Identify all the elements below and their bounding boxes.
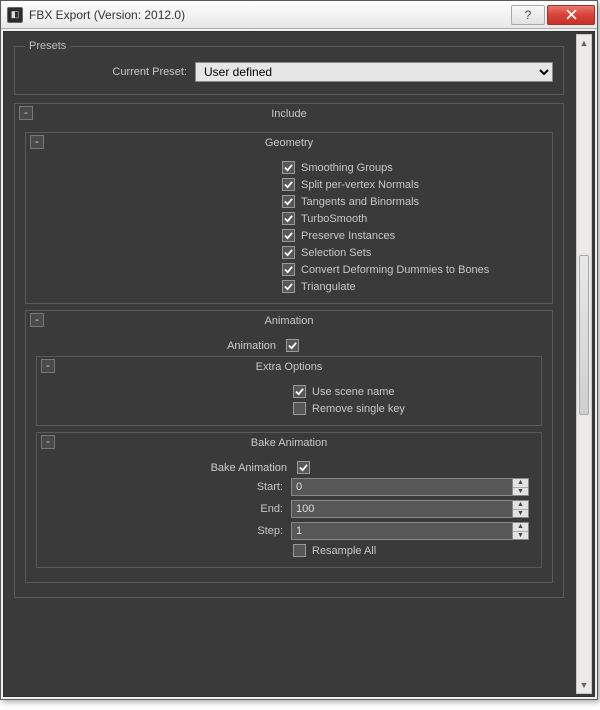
chevron-down-icon: ▼ (513, 488, 528, 496)
geometry-checkbox[interactable] (282, 280, 295, 293)
presets-legend: Presets (25, 40, 70, 52)
extra-option-checkbox[interactable] (293, 402, 306, 415)
geometry-option-label: Convert Deforming Dummies to Bones (301, 264, 489, 276)
geometry-checkbox[interactable] (282, 195, 295, 208)
close-button[interactable] (547, 5, 595, 25)
step-label: Step: (47, 525, 291, 537)
start-label: Start: (47, 481, 291, 493)
geometry-option-label: Tangents and Binormals (301, 196, 419, 208)
animation-toggle-label: Animation (36, 340, 280, 352)
animation-section: - Animation Animation - (25, 310, 553, 583)
geometry-option-row: Selection Sets (36, 244, 542, 261)
end-label: End: (47, 503, 291, 515)
scroll-area: Presets Current Preset: User defined - I… (3, 31, 595, 697)
app-icon: ◧ (7, 7, 23, 23)
titlebar[interactable]: ◧ FBX Export (Version: 2012.0) ? (1, 1, 597, 29)
scrollbar-thumb[interactable] (579, 255, 589, 415)
resample-all-label: Resample All (312, 545, 376, 557)
current-preset-label: Current Preset: (25, 66, 195, 78)
chevron-up-icon: ▲ (513, 501, 528, 510)
resample-all-checkbox[interactable] (293, 544, 306, 557)
geometry-option-label: Smoothing Groups (301, 162, 393, 174)
chevron-down-icon: ▼ (513, 532, 528, 540)
geometry-option-row: Triangulate (36, 278, 542, 295)
scroll-up-arrow[interactable]: ▲ (577, 35, 591, 51)
geometry-option-label: Preserve Instances (301, 230, 395, 242)
start-spinner[interactable]: ▲▼ (513, 478, 529, 496)
geometry-checkbox[interactable] (282, 229, 295, 242)
extra-title: Extra Options (37, 361, 541, 373)
presets-group: Presets Current Preset: User defined (14, 40, 564, 95)
current-preset-select[interactable]: User defined (195, 62, 553, 82)
geometry-checkbox[interactable] (282, 263, 295, 276)
close-icon (566, 9, 577, 20)
geometry-option-row: TurboSmooth (36, 210, 542, 227)
extra-collapse-toggle[interactable]: - (41, 359, 55, 373)
bake-collapse-toggle[interactable]: - (41, 435, 55, 449)
geometry-option-label: Split per-vertex Normals (301, 179, 419, 191)
extra-option-row: Remove single key (47, 400, 531, 417)
scroll-down-arrow[interactable]: ▼ (577, 677, 591, 693)
chevron-up-icon: ▲ (513, 479, 528, 488)
geometry-option-row: Split per-vertex Normals (36, 176, 542, 193)
step-spinner[interactable]: ▲▼ (513, 522, 529, 540)
geometry-option-row: Preserve Instances (36, 227, 542, 244)
extra-option-label: Use scene name (312, 386, 395, 398)
extra-option-label: Remove single key (312, 403, 405, 415)
bake-animation-checkbox[interactable] (297, 461, 310, 474)
extra-option-checkbox[interactable] (293, 385, 306, 398)
extra-option-row: Use scene name (47, 383, 531, 400)
geometry-title: Geometry (26, 137, 552, 149)
geometry-checkbox[interactable] (282, 246, 295, 259)
geometry-collapse-toggle[interactable]: - (30, 135, 44, 149)
include-title: Include (15, 108, 563, 120)
chevron-down-icon: ▼ (513, 510, 528, 518)
dialog-window: ◧ FBX Export (Version: 2012.0) ? Presets… (0, 0, 598, 700)
geometry-section: - Geometry Smoothing Groups Split per-ver… (25, 132, 553, 304)
help-button[interactable]: ? (511, 5, 545, 25)
geometry-option-label: Selection Sets (301, 247, 371, 259)
end-spinner[interactable]: ▲▼ (513, 500, 529, 518)
step-field[interactable] (291, 522, 513, 540)
geometry-option-row: Smoothing Groups (36, 159, 542, 176)
geometry-option-row: Convert Deforming Dummies to Bones (36, 261, 542, 278)
geometry-option-label: TurboSmooth (301, 213, 367, 225)
geometry-checkbox[interactable] (282, 178, 295, 191)
bake-title: Bake Animation (37, 437, 541, 449)
geometry-checkbox[interactable] (282, 212, 295, 225)
include-collapse-toggle[interactable]: - (19, 106, 33, 120)
include-section: - Include - Geometry Smoothing Groups Spl… (14, 103, 564, 598)
animation-collapse-toggle[interactable]: - (30, 313, 44, 327)
start-field[interactable] (291, 478, 513, 496)
geometry-option-row: Tangents and Binormals (36, 193, 542, 210)
geometry-option-label: Triangulate (301, 281, 356, 293)
chevron-up-icon: ▲ (513, 523, 528, 532)
extra-options-section: - Extra Options Use scene name Remove sin… (36, 356, 542, 426)
animation-checkbox[interactable] (286, 339, 299, 352)
bake-toggle-label: Bake Animation (47, 462, 291, 474)
vertical-scrollbar[interactable]: ▲ ▼ (576, 34, 592, 694)
geometry-checkbox[interactable] (282, 161, 295, 174)
bake-animation-section: - Bake Animation Bake Animation (36, 432, 542, 568)
animation-title: Animation (26, 315, 552, 327)
window-title: FBX Export (Version: 2012.0) (29, 8, 511, 22)
end-field[interactable] (291, 500, 513, 518)
